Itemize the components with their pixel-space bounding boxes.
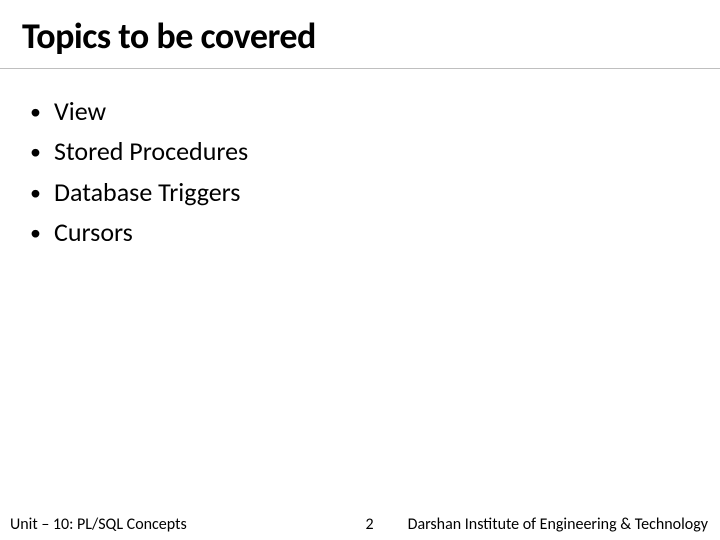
footer-institute: Darshan Institute of Engineering & Techn… [408, 515, 708, 534]
slide-footer: Unit – 10: PL/SQL Concepts 2 Darshan Ins… [0, 509, 720, 540]
footer-unit: Unit – 10: PL/SQL Concepts [10, 515, 187, 534]
slide-title: Topics to be covered [0, 0, 720, 69]
list-item: Database Triggers [30, 172, 698, 212]
slide-content: View Stored Procedures Database Triggers… [0, 69, 720, 540]
list-item-label: View [54, 95, 106, 127]
list-item: Stored Procedures [30, 131, 698, 171]
list-item-label: Stored Procedures [54, 135, 248, 167]
slide: Topics to be covered View Stored Procedu… [0, 0, 720, 540]
list-item: Cursors [30, 212, 698, 252]
bullet-list: View Stored Procedures Database Triggers… [30, 91, 698, 252]
footer-page-number: 2 [350, 515, 390, 534]
list-item: View [30, 91, 698, 131]
list-item-label: Cursors [54, 216, 133, 248]
list-item-label: Database Triggers [54, 176, 240, 208]
